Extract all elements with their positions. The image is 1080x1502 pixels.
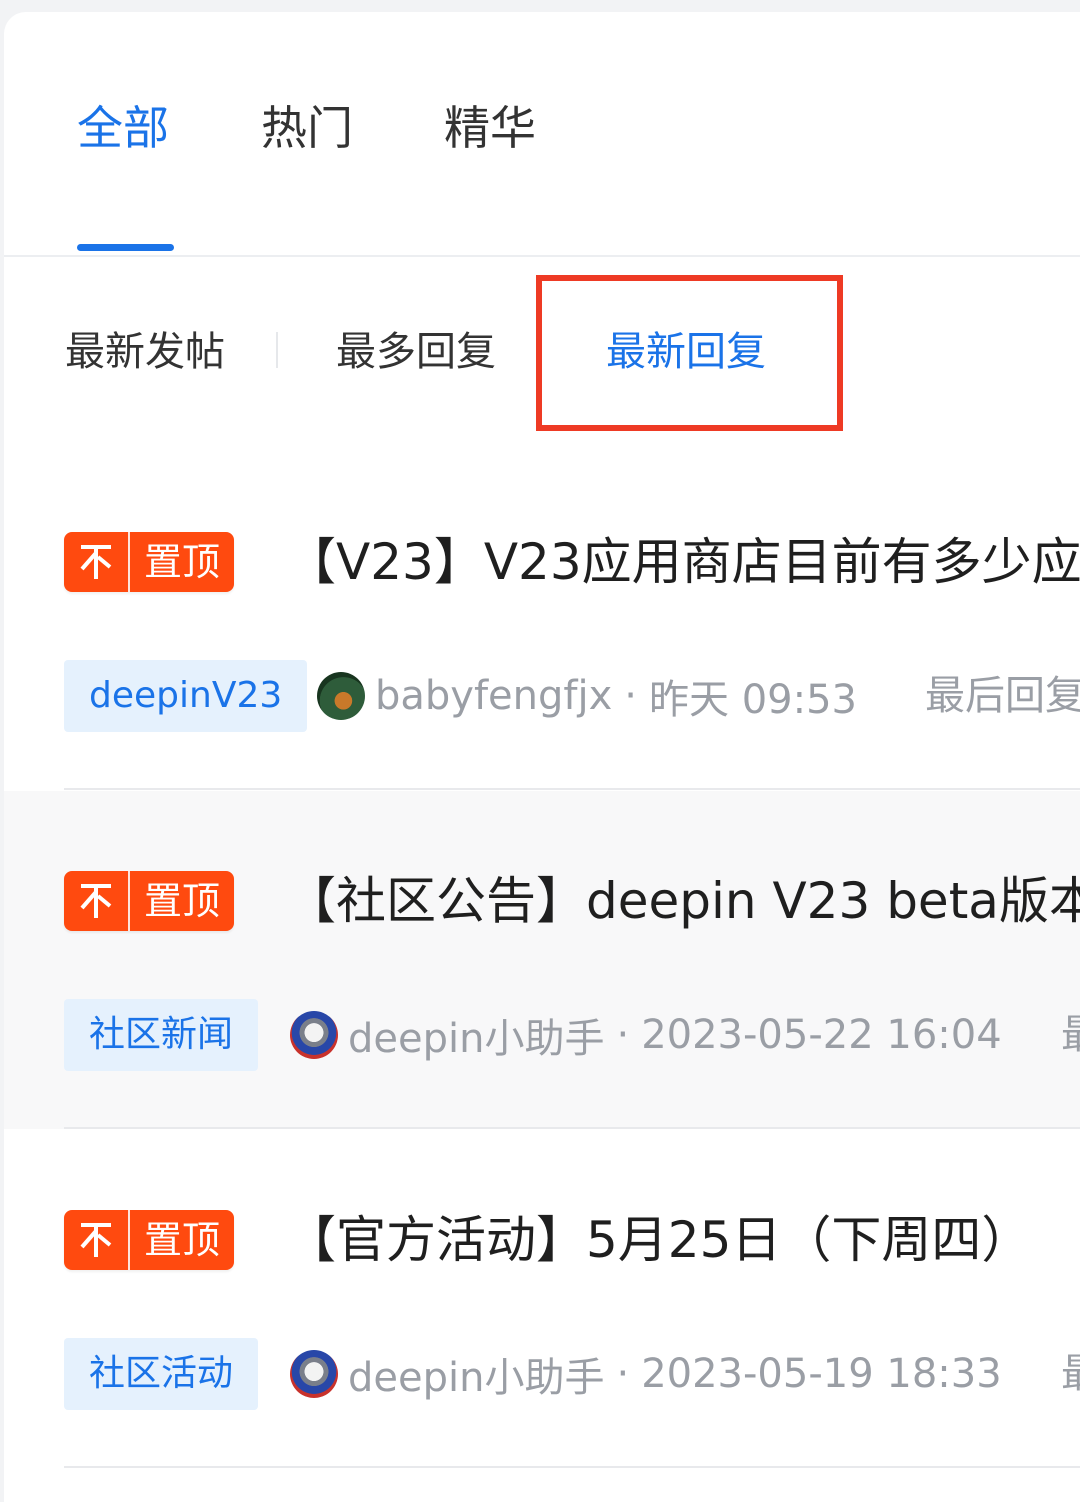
pinned-badge: 置顶 xyxy=(64,1210,234,1270)
tab-hot[interactable]: 热门 xyxy=(261,98,353,158)
post-title[interactable]: 【官方活动】5月25日（下周四） xyxy=(286,1208,1031,1272)
post-meta: deepin小助手 · 2023-05-19 18:33 xyxy=(290,1342,1002,1406)
highlight-annotation-box xyxy=(536,275,843,431)
post-author[interactable]: deepin小助手 xyxy=(348,1345,604,1403)
last-reply-label: 最 xyxy=(1061,1003,1080,1067)
category-tabs: 全部 热门 精华 xyxy=(4,12,1080,257)
sort-most-replies[interactable]: 最多回复 xyxy=(336,324,496,380)
post-divider xyxy=(64,788,1080,790)
post-title[interactable]: 【社区公告】deepin V23 beta版本 xyxy=(286,869,1080,933)
pinned-badge: 置顶 xyxy=(64,532,234,592)
sort-divider xyxy=(276,332,278,368)
pinned-badge: 置顶 xyxy=(64,871,234,931)
post-time: 2023-05-19 18:33 xyxy=(641,1351,1002,1397)
pin-top-icon xyxy=(64,871,130,931)
tab-all[interactable]: 全部 xyxy=(77,98,169,158)
post-divider xyxy=(64,1466,1080,1468)
post-time: 2023-05-22 16:04 xyxy=(641,1012,1002,1058)
avatar[interactable] xyxy=(290,1011,338,1059)
pinned-label: 置顶 xyxy=(143,540,220,584)
post-title[interactable]: 【V23】V23应用商店目前有多少应 xyxy=(286,530,1080,594)
post-time: 昨天 09:53 xyxy=(648,677,857,723)
post-tag[interactable]: 社区新闻 xyxy=(64,999,259,1071)
sort-newest-posts[interactable]: 最新发帖 xyxy=(65,324,225,380)
post-meta: babyfengfjx · 昨天 09:53 xyxy=(317,664,857,728)
post-item[interactable]: 置顶 【V23】V23应用商店目前有多少应 deepinV23 babyfeng… xyxy=(4,452,1080,790)
post-item[interactable]: 置顶 【社区公告】deepin V23 beta版本 社区新闻 deepin小助… xyxy=(4,791,1080,1129)
meta-separator: · xyxy=(624,673,637,719)
meta-separator: · xyxy=(616,1012,630,1058)
pin-top-icon xyxy=(64,532,130,592)
last-reply-label: 最 xyxy=(1061,1342,1080,1406)
post-author[interactable]: babyfengfjx xyxy=(375,673,612,719)
post-divider xyxy=(64,1127,1080,1129)
avatar[interactable] xyxy=(317,672,365,720)
post-tag[interactable]: deepinV23 xyxy=(64,660,308,732)
pinned-label: 置顶 xyxy=(143,1218,220,1262)
pin-top-icon xyxy=(64,1210,130,1270)
active-tab-indicator xyxy=(77,244,174,251)
avatar[interactable] xyxy=(290,1350,338,1398)
forum-panel: 全部 热门 精华 最新发帖 最多回复 最新回复 置顶 【V23】V23应用商店目… xyxy=(4,12,1080,1502)
last-reply-label: 最后回复 xyxy=(925,673,1080,719)
post-author[interactable]: deepin小助手 xyxy=(348,1006,604,1064)
pinned-label: 置顶 xyxy=(143,879,220,923)
post-meta: deepin小助手 · 2023-05-22 16:04 xyxy=(290,1003,1002,1067)
post-item[interactable]: 置顶 【官方活动】5月25日（下周四） 社区活动 deepin小助手 · 202… xyxy=(4,1130,1080,1468)
tab-featured[interactable]: 精华 xyxy=(444,98,536,158)
post-tag[interactable]: 社区活动 xyxy=(64,1338,259,1410)
meta-separator: · xyxy=(616,1351,630,1397)
